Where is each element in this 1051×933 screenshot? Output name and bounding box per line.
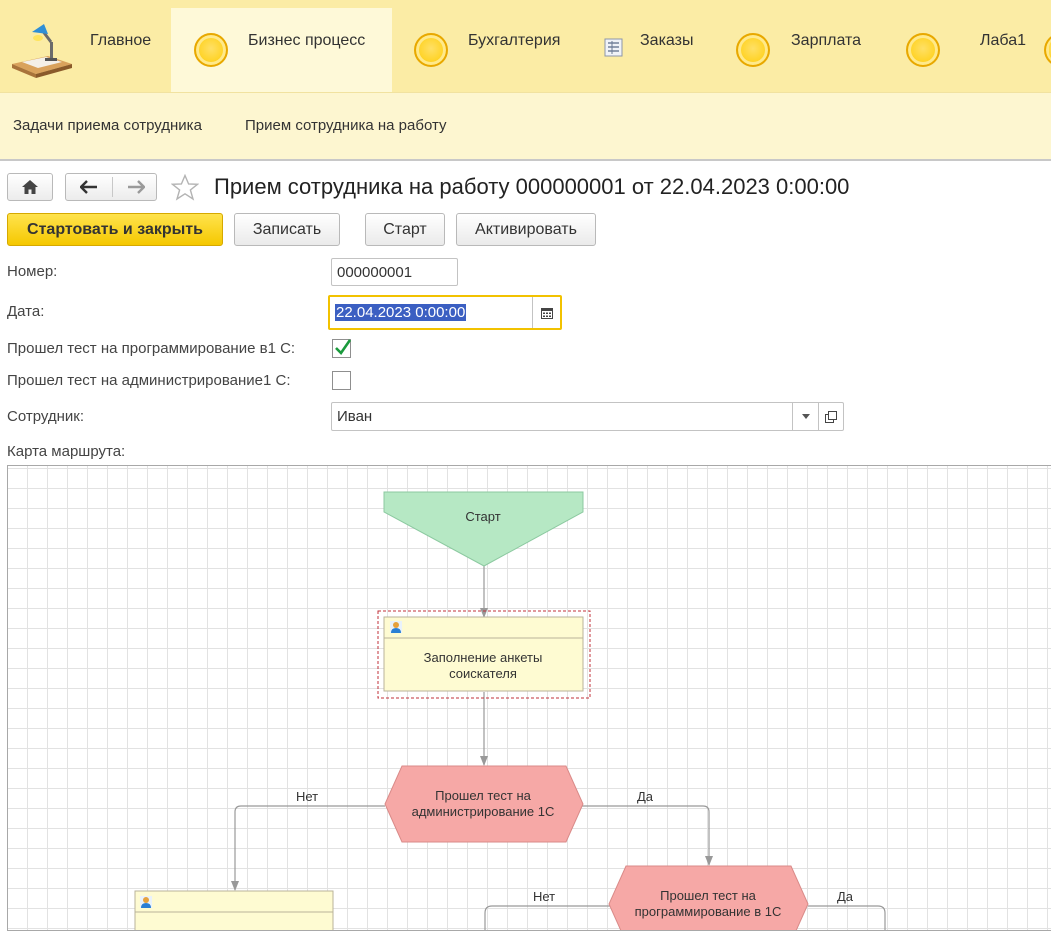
user-icon xyxy=(390,621,402,633)
activate-button[interactable]: Активировать xyxy=(456,213,596,246)
branch-no-label: Нет xyxy=(533,889,555,904)
route-map[interactable]: Старт Заполнение анкеты соискателя Проше… xyxy=(7,465,1051,931)
start-button[interactable]: Старт xyxy=(365,213,445,246)
back-button[interactable] xyxy=(66,174,111,200)
start-node-label: Старт xyxy=(465,509,500,524)
section-accounting-label: Бухгалтерия xyxy=(468,32,561,49)
home-icon xyxy=(22,180,38,194)
coin-icon xyxy=(414,33,448,67)
date-field[interactable]: 22.04.2023 0:00:00 xyxy=(328,295,562,330)
link-hiring-documents[interactable]: Прием сотрудника на работу xyxy=(245,117,447,134)
section-orders[interactable]: Заказы xyxy=(584,8,714,92)
section-lab1-label: Лаба1 xyxy=(980,32,1026,49)
route-map-label: Карта маршрута: xyxy=(7,443,126,460)
condition2-label-line1: Прошел тест на xyxy=(660,888,757,903)
date-value: 22.04.2023 0:00:00 xyxy=(335,304,467,321)
route-map-diagram: Старт Заполнение анкеты соискателя Проше… xyxy=(134,491,886,931)
section-lab1[interactable]: Лаба1 xyxy=(886,8,1036,92)
start-and-close-button[interactable]: Стартовать и закрыть xyxy=(7,213,223,246)
prog-test-label: Прошел тест на программирование в1 С: xyxy=(7,340,296,357)
task-node-label-line1: Заполнение анкеты xyxy=(424,650,543,665)
link-hiring-tasks[interactable]: Задачи приема сотрудника xyxy=(13,117,202,134)
favorite-star-icon[interactable] xyxy=(171,174,199,201)
coin-icon xyxy=(906,33,940,67)
number-value: 000000001 xyxy=(337,263,413,281)
forward-button[interactable] xyxy=(113,174,158,200)
calendar-icon xyxy=(540,307,553,319)
employee-field[interactable]: Иван xyxy=(331,402,844,431)
task-node-label-line2: соискателя xyxy=(449,666,517,681)
condition1-label-line2: администрирование 1С xyxy=(412,804,555,819)
employee-dropdown-button[interactable] xyxy=(792,403,818,430)
desk-lamp-icon xyxy=(12,24,72,78)
dropdown-arrow-icon xyxy=(801,414,810,419)
employee-open-button[interactable] xyxy=(818,403,843,430)
branch-no-label: Нет xyxy=(296,789,318,804)
subsection-panel: Задачи приема сотрудника Прием сотрудник… xyxy=(0,93,1051,161)
coin-icon xyxy=(736,33,770,67)
home-button[interactable] xyxy=(7,173,53,201)
arrow-left-icon xyxy=(79,180,97,194)
section-main[interactable]: Главное xyxy=(0,8,170,92)
number-label: Номер: xyxy=(7,263,58,280)
branch-yes-label: Да xyxy=(837,889,854,904)
employee-label: Сотрудник: xyxy=(7,408,85,425)
number-field[interactable]: 000000001 xyxy=(331,258,458,286)
section-more[interactable] xyxy=(1037,8,1051,92)
section-business-process[interactable]: Бизнес процесс xyxy=(171,8,392,92)
section-salary[interactable]: Зарплата xyxy=(715,8,885,92)
branch-yes-label: Да xyxy=(637,789,654,804)
admin-test-checkbox[interactable] xyxy=(332,371,351,390)
coin-icon xyxy=(1044,33,1051,67)
arrow-right-icon xyxy=(127,180,145,194)
admin-test-label: Прошел тест на администрирование1 С: xyxy=(7,372,291,389)
section-orders-label: Заказы xyxy=(640,32,694,49)
date-label: Дата: xyxy=(7,303,45,320)
task-node-2[interactable] xyxy=(134,890,334,931)
coin-icon xyxy=(194,33,228,67)
write-button[interactable]: Записать xyxy=(234,213,340,246)
history-buttons xyxy=(65,173,157,201)
condition1-label-line1: Прошел тест на xyxy=(435,788,532,803)
checkmark-icon xyxy=(335,339,352,356)
sections-panel: Главное Бизнес процесс Бухгалтерия Заказ… xyxy=(0,0,1051,93)
employee-value: Иван xyxy=(337,408,373,425)
user-icon xyxy=(140,896,152,908)
open-window-icon xyxy=(825,410,837,423)
document-list-icon xyxy=(604,38,623,57)
condition2-label-line2: программирование в 1С xyxy=(635,904,782,919)
section-salary-label: Зарплата xyxy=(791,32,862,49)
prog-test-checkbox[interactable] xyxy=(332,339,352,358)
section-accounting[interactable]: Бухгалтерия xyxy=(393,8,583,92)
calendar-button[interactable] xyxy=(532,297,560,328)
section-business-label: Бизнес процесс xyxy=(248,32,366,49)
start-node[interactable] xyxy=(383,491,584,567)
document-title: Прием сотрудника на работу 000000001 от … xyxy=(214,174,850,199)
section-main-label: Главное xyxy=(90,32,152,49)
